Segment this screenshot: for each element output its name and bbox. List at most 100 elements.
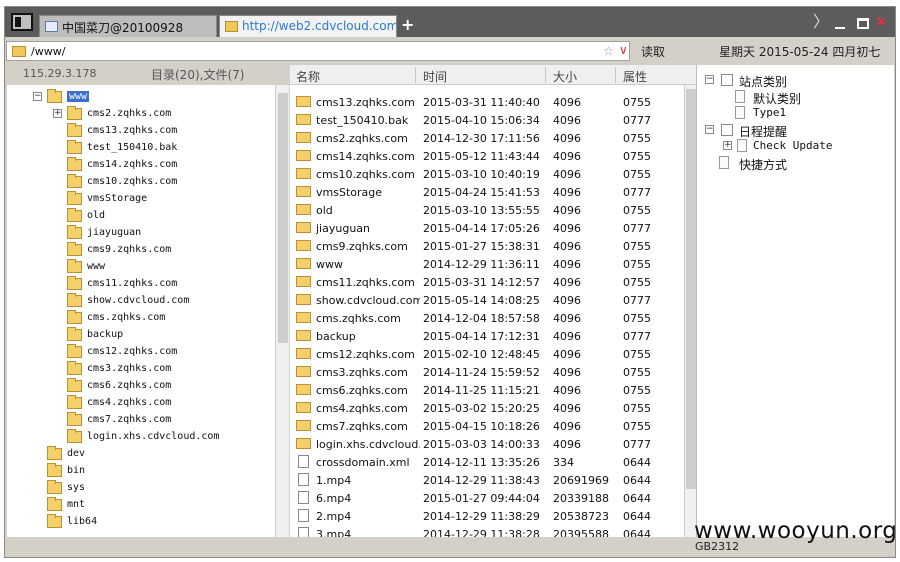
star-icon[interactable]: ☆ <box>603 44 614 58</box>
chevron-right-icon[interactable]: 〉 <box>813 13 829 31</box>
tab-shell[interactable]: 中国菜刀@20100928 <box>39 15 217 37</box>
tree-item[interactable]: cms7.zqhks.com <box>7 412 269 429</box>
tree-item[interactable]: cms11.zqhks.com <box>7 276 269 293</box>
file-perm: 0755 <box>623 258 651 271</box>
file-row[interactable]: cms12.zqhks.com 2015-02-10 12:48:45 4096 07… <box>290 345 684 363</box>
file-size: 4096 <box>553 150 581 163</box>
tree-item[interactable]: show.cdvcloud.com <box>7 293 269 310</box>
tree-item[interactable]: sys <box>7 480 269 497</box>
tab-filemanager[interactable]: http://web2.cdvcloud.com/e... <box>219 15 397 37</box>
tree-item[interactable]: cms3.zqhks.com <box>7 361 269 378</box>
chevron-down-icon[interactable]: ∨ <box>619 43 628 57</box>
expander-icon[interactable]: − <box>33 92 42 101</box>
file-row[interactable]: cms4.zqhks.com 2015-03-02 15:20:25 4096 075… <box>290 399 684 417</box>
tree-item[interactable]: cms14.zqhks.com <box>7 157 269 174</box>
tree-item[interactable]: cms13.zqhks.com <box>7 123 269 140</box>
file-row[interactable]: cms10.zqhks.com 2015-03-10 10:40:19 4096 07… <box>290 165 684 183</box>
site-tree-item[interactable]: + Check Update <box>723 139 893 155</box>
file-row[interactable]: 2.mp4 2014-12-29 11:38:29 20538723 0644 <box>290 507 684 525</box>
column-header-time[interactable]: 时间 <box>423 68 447 85</box>
tree-item[interactable]: cms9.zqhks.com <box>7 242 269 259</box>
file-row[interactable]: cms3.zqhks.com 2014-11-24 15:59:52 4096 075… <box>290 363 684 381</box>
tree-item[interactable]: old <box>7 208 269 225</box>
file-row[interactable]: cms13.zqhks.com 2015-03-31 11:40:40 4096 07… <box>290 93 684 111</box>
file-list-scrollbar[interactable] <box>684 85 696 537</box>
tree-item[interactable]: dev <box>7 446 269 463</box>
column-header-perm[interactable]: 属性 <box>623 68 647 85</box>
file-row[interactable]: test_150410.bak 2015-04-10 15:06:34 4096 07… <box>290 111 684 129</box>
datetime-display: 星期天 2015-05-24 四月初七 <box>719 45 881 59</box>
column-header-size[interactable]: 大小 <box>553 68 577 85</box>
folder-icon <box>225 21 238 32</box>
expander-icon[interactable]: + <box>723 141 732 150</box>
folder-icon <box>67 123 82 137</box>
site-tree-item[interactable]: − 日程提醒 <box>705 123 875 139</box>
file-row[interactable]: backup 2015-04-14 17:12:31 4096 0777 <box>290 327 684 345</box>
new-tab-button[interactable]: + <box>401 15 414 34</box>
file-time: 2015-03-02 15:20:25 <box>423 402 540 415</box>
close-icon[interactable]: ✕ <box>875 13 888 31</box>
site-tree-item[interactable]: Type1 <box>723 106 893 122</box>
file-row[interactable]: cms2.zqhks.com 2014-12-30 17:11:56 4096 075… <box>290 129 684 147</box>
tree-item[interactable]: jiayuguan <box>7 225 269 242</box>
directory-tree[interactable]: − www + cms2.zqhks.com cms13.zqhks.com test_1… <box>7 85 289 537</box>
tree-item[interactable]: + cms2.zqhks.com <box>7 106 269 123</box>
tree-item[interactable]: cms10.zqhks.com <box>7 174 269 191</box>
path-input[interactable]: /www/ ☆ ∨ <box>6 41 630 61</box>
file-row[interactable]: cms.zqhks.com 2014-12-04 18:57:58 4096 0755 <box>290 309 684 327</box>
file-row[interactable]: 6.mp4 2015-01-27 09:44:04 20339188 0644 <box>290 489 684 507</box>
file-row[interactable]: 3.mp4 2014-12-29 11:38:28 20395588 0644 <box>290 525 684 537</box>
file-row[interactable]: vmsStorage 2015-04-24 15:41:53 4096 0777 <box>290 183 684 201</box>
scrollbar-thumb[interactable] <box>278 93 288 343</box>
file-row[interactable]: cms11.zqhks.com 2015-03-31 14:12:57 4096 07… <box>290 273 684 291</box>
site-panel[interactable]: − 站点类别 默认类别 Type1 − 日程提醒 + Check Update 快捷方式 <box>696 65 894 537</box>
tree-scrollbar[interactable] <box>275 85 289 537</box>
tree-item[interactable]: bin <box>7 463 269 480</box>
tree-item[interactable]: vmsStorage <box>7 191 269 208</box>
column-divider[interactable] <box>545 67 546 83</box>
tree-item[interactable]: cms12.zqhks.com <box>7 344 269 361</box>
tree-item[interactable]: − www <box>7 89 269 106</box>
title-bar: 中国菜刀@20100928 http://web2.cdvcloud.com/e… <box>5 7 895 37</box>
minimize-icon[interactable] <box>835 27 845 29</box>
tree-item[interactable]: lib64 <box>7 514 269 531</box>
file-row[interactable]: login.xhs.cdvcloud....2015-03-03 14:00:3… <box>290 435 684 453</box>
maximize-icon[interactable] <box>857 18 869 29</box>
file-row[interactable]: cms14.zqhks.com 2015-05-12 11:43:44 4096 07… <box>290 147 684 165</box>
tree-item[interactable]: test_150410.bak <box>7 140 269 157</box>
site-tree-item[interactable]: 快捷方式 <box>705 155 875 172</box>
file-time: 2015-04-14 17:05:26 <box>423 222 540 235</box>
site-tree-item[interactable]: − 站点类别 <box>705 73 875 89</box>
panel-toggle-icon[interactable] <box>11 13 33 31</box>
column-divider[interactable] <box>415 67 416 83</box>
read-button[interactable]: 读取 <box>641 43 665 60</box>
file-list[interactable]: 名称 时间 大小 属性 cms13.zqhks.com 2015-03-31 11… <box>290 65 696 537</box>
file-row[interactable]: show.cdvcloud.com 2015-05-14 14:08:25 4096… <box>290 291 684 309</box>
tree-item[interactable]: cms.zqhks.com <box>7 310 269 327</box>
file-row[interactable]: www 2014-12-29 11:36:11 4096 0755 <box>290 255 684 273</box>
site-tree-item[interactable]: 默认类别 <box>723 89 893 106</box>
file-row[interactable]: old 2015-03-10 13:55:55 4096 0755 <box>290 201 684 219</box>
file-perm: 0644 <box>623 474 651 487</box>
file-row[interactable]: cms6.zqhks.com 2014-11-25 11:15:21 4096 075… <box>290 381 684 399</box>
file-row[interactable]: jiayuguan 2015-04-14 17:05:26 4096 0777 <box>290 219 684 237</box>
tree-item[interactable]: backup <box>7 327 269 344</box>
column-header-name[interactable]: 名称 <box>296 68 320 85</box>
expander-icon[interactable]: + <box>53 109 62 118</box>
tree-item[interactable]: www <box>7 259 269 276</box>
tree-item[interactable]: login.xhs.cdvcloud.com <box>7 429 269 446</box>
folder-icon <box>296 438 311 449</box>
tree-item[interactable]: mnt <box>7 497 269 514</box>
file-row[interactable]: cms9.zqhks.com 2015-01-27 15:38:31 4096 075… <box>290 237 684 255</box>
file-name: show.cdvcloud.com <box>316 294 420 307</box>
file-row[interactable]: cms7.zqhks.com 2015-04-15 10:18:26 4096 075… <box>290 417 684 435</box>
scrollbar-thumb[interactable] <box>686 89 696 489</box>
tree-item[interactable]: cms4.zqhks.com <box>7 395 269 412</box>
file-row[interactable]: crossdomain.xml 2014-12-11 13:35:26 334 064… <box>290 453 684 471</box>
expander-icon[interactable]: − <box>705 124 714 134</box>
file-row[interactable]: 1.mp4 2014-12-29 11:38:43 20691969 0644 <box>290 471 684 489</box>
column-divider[interactable] <box>615 67 616 83</box>
file-time: 2015-03-31 11:40:40 <box>423 96 540 109</box>
tree-item[interactable]: cms6.zqhks.com <box>7 378 269 395</box>
expander-icon[interactable]: − <box>705 75 714 84</box>
